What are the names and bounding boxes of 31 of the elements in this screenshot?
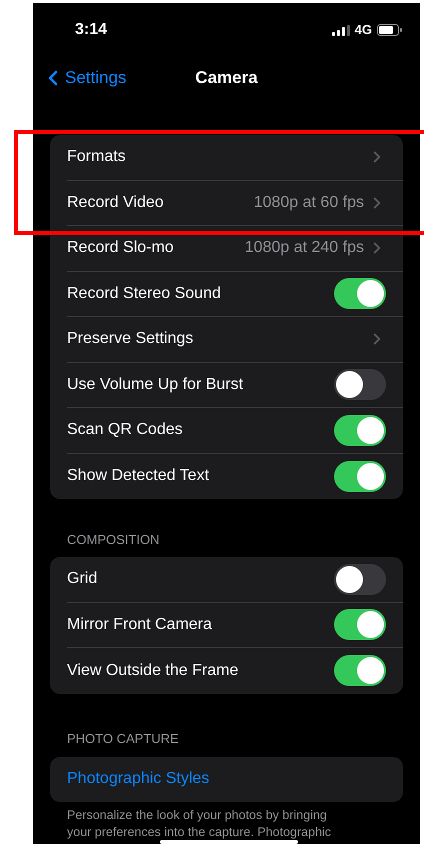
row-label[interactable]: Record Video <box>67 190 164 215</box>
row-label[interactable]: Preserve Settings <box>67 327 194 352</box>
row-label[interactable]: Grid <box>67 567 98 592</box>
toggle-switch[interactable] <box>334 609 386 640</box>
row-label[interactable]: Formats <box>67 145 126 170</box>
row-label[interactable]: Scan QR Codes <box>67 418 183 442</box>
row-label[interactable]: Mirror Front Camera <box>67 612 212 637</box>
section-header: PHOTO CAPTURE <box>67 730 179 748</box>
row-label[interactable]: Show Detected Text <box>67 464 210 488</box>
toggle-switch[interactable] <box>334 369 386 400</box>
row-label[interactable]: View Outside the Frame <box>67 658 238 683</box>
battery-icon <box>377 24 402 36</box>
row-value: 1080p at 60 fps <box>254 192 364 213</box>
back-button[interactable]: Settings <box>41 65 126 91</box>
toggle-switch[interactable] <box>334 655 386 686</box>
toggle-switch[interactable] <box>334 278 386 310</box>
toggle-switch[interactable] <box>334 564 386 595</box>
row-label[interactable]: Photographic Styles <box>67 767 210 792</box>
row-value: 1080p at 240 fps <box>244 238 364 258</box>
section-footer-text: your preferences into the capture. Photographic <box>67 824 332 841</box>
page-title: Camera <box>195 67 258 90</box>
status-time: 3:14 <box>75 20 108 40</box>
section-footer-text: Personalize the look of your photos by bringing <box>67 807 328 824</box>
row-label[interactable]: Use Volume Up for Burst <box>67 372 244 397</box>
toggle-switch[interactable] <box>334 460 386 492</box>
network-label: 4G <box>354 21 372 40</box>
row-label[interactable]: Record Stereo Sound <box>67 282 221 306</box>
section-header: COMPOSITION <box>67 530 160 548</box>
toggle-switch[interactable] <box>334 414 386 446</box>
signal-icon <box>332 24 350 36</box>
row-label[interactable]: Record Slo-mo <box>67 236 174 260</box>
